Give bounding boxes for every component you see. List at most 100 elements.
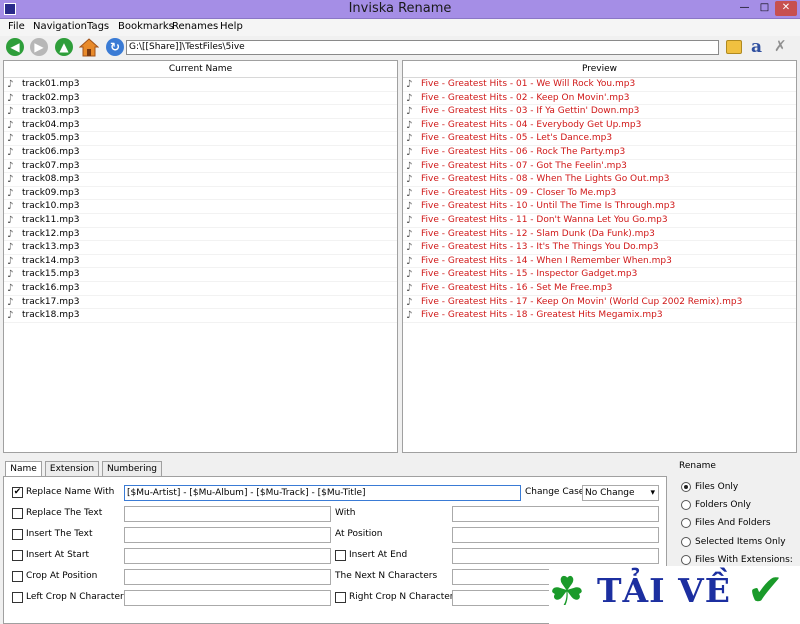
insert-at-end-input[interactable] bbox=[452, 548, 659, 564]
preview-file-row[interactable]: ♪ Five - Greatest Hits - 17 - Keep On Mov… bbox=[403, 296, 796, 310]
right-crop-checkbox[interactable] bbox=[335, 592, 346, 603]
window-title: Inviska Rename bbox=[348, 1, 452, 16]
current-file-row[interactable]: ♪ track13.mp3 bbox=[4, 241, 397, 255]
insert-at-start-checkbox[interactable] bbox=[12, 550, 23, 561]
preview-panel[interactable]: Preview ♪ Five - Greatest Hits - 01 - We … bbox=[402, 60, 797, 453]
forward-arrow-icon[interactable]: ▶ bbox=[30, 38, 48, 56]
menu-renames[interactable]: Renames bbox=[172, 21, 218, 32]
at-position-input[interactable] bbox=[452, 527, 659, 543]
current-file-row[interactable]: ♪ track05.mp3 bbox=[4, 132, 397, 146]
preview-file-row[interactable]: ♪ Five - Greatest Hits - 06 - Rock The Pa… bbox=[403, 146, 796, 160]
preview-file-row[interactable]: ♪ Five - Greatest Hits - 08 - When The Li… bbox=[403, 173, 796, 187]
preview-file-row[interactable]: ♪ Five - Greatest Hits - 14 - When I Reme… bbox=[403, 255, 796, 269]
with-input[interactable] bbox=[452, 506, 659, 522]
preview-file-row[interactable]: ♪ Five - Greatest Hits - 03 - If Ya Getti… bbox=[403, 105, 796, 119]
preview-file-row[interactable]: ♪ Five - Greatest Hits - 18 - Greatest Hi… bbox=[403, 309, 796, 323]
replace-name-checkbox[interactable]: ✔ bbox=[12, 487, 23, 498]
folders-only-radio[interactable] bbox=[681, 500, 691, 510]
current-file-row[interactable]: ♪ track03.mp3 bbox=[4, 105, 397, 119]
files-with-extensions-radio[interactable] bbox=[681, 555, 691, 565]
preview-file-row[interactable]: ♪ Five - Greatest Hits - 09 - Closer To M… bbox=[403, 187, 796, 201]
file-name-text: track04.mp3 bbox=[22, 119, 80, 130]
current-file-row[interactable]: ♪ track10.mp3 bbox=[4, 200, 397, 214]
preview-file-row[interactable]: ♪ Five - Greatest Hits - 07 - Got The Fee… bbox=[403, 160, 796, 174]
left-crop-input[interactable] bbox=[124, 590, 331, 606]
current-name-panel[interactable]: Current Name ♪ track01.mp3 ♪ track02.mp3 ♪ tr… bbox=[3, 60, 398, 453]
insert-text-input[interactable] bbox=[124, 527, 331, 543]
files-only-radio[interactable] bbox=[681, 482, 691, 492]
replace-name-input[interactable]: [$Mu-Artist] - [$Mu-Album] - [$Mu-Track]… bbox=[124, 485, 521, 501]
crop-at-position-input[interactable] bbox=[124, 569, 331, 585]
preview-file-row[interactable]: ♪ Five - Greatest Hits - 12 - Slam Dunk (… bbox=[403, 228, 796, 242]
current-file-row[interactable]: ♪ track12.mp3 bbox=[4, 228, 397, 242]
current-file-row[interactable]: ♪ track02.mp3 bbox=[4, 92, 397, 106]
file-name-text: track13.mp3 bbox=[22, 242, 80, 253]
files-and-folders-radio[interactable] bbox=[681, 518, 691, 528]
tab-extension[interactable]: Extension bbox=[45, 461, 99, 477]
files-only-label: Files Only bbox=[695, 482, 739, 492]
menu-file[interactable]: File bbox=[8, 21, 25, 32]
menu-bookmarks[interactable]: Bookmarks bbox=[118, 21, 174, 32]
file-name-text: track09.mp3 bbox=[22, 187, 80, 198]
checkmark-icon: ✔ bbox=[747, 565, 784, 616]
current-name-header[interactable]: Current Name bbox=[4, 61, 397, 78]
music-file-icon: ♪ bbox=[406, 310, 413, 322]
current-file-row[interactable]: ♪ track04.mp3 bbox=[4, 119, 397, 133]
current-file-row[interactable]: ♪ track11.mp3 bbox=[4, 214, 397, 228]
current-file-row[interactable]: ♪ track07.mp3 bbox=[4, 160, 397, 174]
insert-at-end-label: Insert At End bbox=[349, 550, 408, 560]
preview-file-row[interactable]: ♪ Five - Greatest Hits - 05 - Let's Dance… bbox=[403, 132, 796, 146]
change-case-select[interactable]: No Change ▾ bbox=[582, 485, 659, 501]
tools-icon[interactable]: ✗ bbox=[774, 37, 787, 55]
music-file-icon: ♪ bbox=[7, 269, 14, 281]
menu-navigation[interactable]: Navigation bbox=[33, 21, 87, 32]
music-file-icon: ♪ bbox=[7, 92, 14, 104]
insert-at-end-checkbox[interactable] bbox=[335, 550, 346, 561]
left-crop-checkbox[interactable] bbox=[12, 592, 23, 603]
minimize-button[interactable]: — bbox=[735, 1, 754, 16]
preview-file-row[interactable]: ♪ Five - Greatest Hits - 11 - Don't Wanna… bbox=[403, 214, 796, 228]
selected-items-only-radio[interactable] bbox=[681, 537, 691, 547]
preview-file-row[interactable]: ♪ Five - Greatest Hits - 13 - It's The Th… bbox=[403, 241, 796, 255]
font-icon[interactable]: a bbox=[751, 37, 762, 57]
chevron-down-icon: ▾ bbox=[650, 488, 655, 498]
current-file-row[interactable]: ♪ track18.mp3 bbox=[4, 309, 397, 323]
replace-text-input[interactable] bbox=[124, 506, 331, 522]
music-file-icon: ♪ bbox=[406, 187, 413, 199]
current-file-row[interactable]: ♪ track01.mp3 bbox=[4, 78, 397, 92]
maximize-button[interactable]: □ bbox=[755, 1, 774, 16]
up-arrow-icon[interactable]: ▲ bbox=[55, 38, 73, 56]
home-icon[interactable] bbox=[79, 38, 99, 57]
replace-name-label: Replace Name With bbox=[26, 487, 115, 497]
with-label: With bbox=[335, 508, 356, 518]
crop-at-position-checkbox[interactable] bbox=[12, 571, 23, 582]
replace-text-checkbox[interactable] bbox=[12, 508, 23, 519]
folder-icon[interactable] bbox=[726, 40, 742, 54]
insert-text-checkbox[interactable] bbox=[12, 529, 23, 540]
preview-file-row[interactable]: ♪ Five - Greatest Hits - 10 - Until The T… bbox=[403, 200, 796, 214]
preview-file-row[interactable]: ♪ Five - Greatest Hits - 16 - Set Me Free… bbox=[403, 282, 796, 296]
current-file-row[interactable]: ♪ track08.mp3 bbox=[4, 173, 397, 187]
preview-file-row[interactable]: ♪ Five - Greatest Hits - 01 - We Will Roc… bbox=[403, 78, 796, 92]
path-input[interactable]: G:\[[Share]]\TestFiles\5ive bbox=[126, 40, 719, 55]
current-file-row[interactable]: ♪ track17.mp3 bbox=[4, 296, 397, 310]
preview-file-row[interactable]: ♪ Five - Greatest Hits - 04 - Everybody G… bbox=[403, 119, 796, 133]
watermark-logo: ☘ TẢI VỀ ✔ bbox=[549, 566, 800, 624]
current-file-row[interactable]: ♪ track06.mp3 bbox=[4, 146, 397, 160]
close-button[interactable]: ✕ bbox=[775, 1, 797, 16]
current-file-row[interactable]: ♪ track16.mp3 bbox=[4, 282, 397, 296]
preview-file-row[interactable]: ♪ Five - Greatest Hits - 02 - Keep On Mov… bbox=[403, 92, 796, 106]
tab-numbering[interactable]: Numbering bbox=[102, 461, 162, 477]
file-name-text: Five - Greatest Hits - 07 - Got The Feel… bbox=[421, 160, 627, 171]
menu-help[interactable]: Help bbox=[220, 21, 243, 32]
back-arrow-icon[interactable]: ◀ bbox=[6, 38, 24, 56]
current-file-row[interactable]: ♪ track09.mp3 bbox=[4, 187, 397, 201]
menu-tags[interactable]: Tags bbox=[87, 21, 109, 32]
folders-only-label: Folders Only bbox=[695, 500, 751, 510]
refresh-icon[interactable]: ↻ bbox=[106, 38, 124, 56]
preview-file-row[interactable]: ♪ Five - Greatest Hits - 15 - Inspector G… bbox=[403, 268, 796, 282]
preview-header[interactable]: Preview bbox=[403, 61, 796, 78]
current-file-row[interactable]: ♪ track15.mp3 bbox=[4, 268, 397, 282]
current-file-row[interactable]: ♪ track14.mp3 bbox=[4, 255, 397, 269]
insert-at-start-input[interactable] bbox=[124, 548, 331, 564]
